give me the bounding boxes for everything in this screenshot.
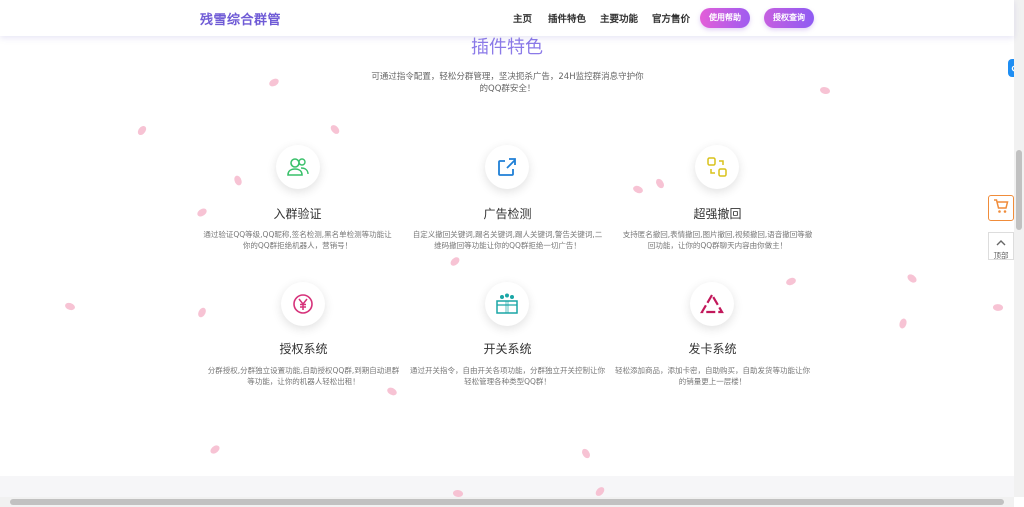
feature-title-switch-system: 开关系统 (483, 342, 532, 356)
feature-title-card-system: 发卡系统 (688, 342, 737, 356)
petal-decoration (906, 272, 918, 285)
cart-icon (993, 198, 1009, 218)
feature-desc-join-verify: 通过验证QQ等级,QQ昵称,签名检测,黑名单检测等功能让你的QQ群拒绝机器人，营… (203, 230, 392, 250)
triangle-icon (690, 282, 734, 326)
vertical-scroll-thumb[interactable] (1016, 150, 1022, 230)
feature-title-auth-system: 授权系统 (279, 342, 328, 356)
horizontal-scrollbar[interactable] (0, 497, 1014, 507)
vertical-scrollbar[interactable] (1014, 0, 1024, 497)
top-nav-bar: 残雪综合群管 主页 插件特色 主要功能 官方售价 使用帮助 授权查询 (0, 0, 1014, 36)
petal-decoration (329, 123, 341, 136)
feature-title-recall: 超强撤回 (693, 207, 742, 221)
feature-title-join-verify: 入群验证 (273, 207, 322, 221)
petal-decoration (268, 77, 280, 88)
chevron-up-icon (996, 240, 1006, 246)
brand-logo-text[interactable]: 残雪综合群管 (200, 9, 281, 28)
share-icon (485, 145, 529, 189)
feature-title-ad-detect: 广告检测 (483, 207, 532, 221)
petal-decoration (448, 255, 462, 268)
petal-decoration (581, 447, 591, 460)
petal-decoration (655, 177, 665, 190)
nav-item-home[interactable]: 主页 (513, 11, 532, 25)
section-title: 插件特色 (471, 37, 543, 58)
petal-decoration (208, 444, 222, 455)
gift-box-icon (485, 282, 529, 326)
users-icon (276, 145, 320, 189)
petal-decoration (233, 174, 243, 187)
nav-item-features[interactable]: 插件特色 (548, 11, 586, 25)
petal-decoration (631, 183, 645, 196)
feature-desc-switch-system: 通过开关指令，自由开关各项功能，分群独立开关控制让你轻松管理各种类型QQ群！ (410, 366, 605, 386)
petal-decoration (385, 385, 399, 398)
back-to-top-button[interactable]: 顶部 (988, 232, 1014, 260)
section-subtitle: 可通过指令配置，轻松分群管理，坚决扼杀广告，24H监控群消息守护你的QQ群安全！ (371, 72, 644, 94)
feature-desc-ad-detect: 自定义撤回关键词,踢名关键词,踢人关键词,警告关键词,二维码撤回等功能让你的QQ… (412, 230, 603, 250)
petal-decoration (196, 306, 208, 319)
footer-band (0, 476, 1014, 497)
nav-item-main-functions[interactable]: 主要功能 (600, 11, 638, 25)
swap-icon (695, 145, 739, 189)
petal-decoration (135, 124, 149, 137)
back-to-top-label: 顶部 (993, 251, 1009, 260)
feature-desc-card-system: 轻松添加商品，添加卡密，自助购买，自助发货等功能让你的销量更上一层楼！ (615, 366, 810, 386)
feature-desc-recall: 支持匿名撤回,表情撤回,图片撤回,视频撤回,语音撤回等撤回功能，让你的QQ群聊天… (622, 230, 813, 250)
petal-decoration (63, 300, 77, 313)
feature-desc-auth-system: 分群授权,分群独立设置功能,自助授权QQ群,到期自动退群等功能，让你的机器人轻松… (207, 366, 400, 386)
petal-decoration (818, 85, 832, 96)
yen-icon (281, 282, 325, 326)
nav-item-pricing[interactable]: 官方售价 (652, 11, 690, 25)
petal-decoration (897, 317, 909, 330)
petal-decoration (992, 302, 1004, 313)
petal-decoration (785, 277, 797, 286)
cart-button[interactable] (988, 195, 1014, 221)
horizontal-scroll-thumb[interactable] (10, 499, 1004, 505)
auth-query-button[interactable]: 授权查询 (764, 8, 814, 28)
help-button[interactable]: 使用帮助 (700, 8, 750, 28)
